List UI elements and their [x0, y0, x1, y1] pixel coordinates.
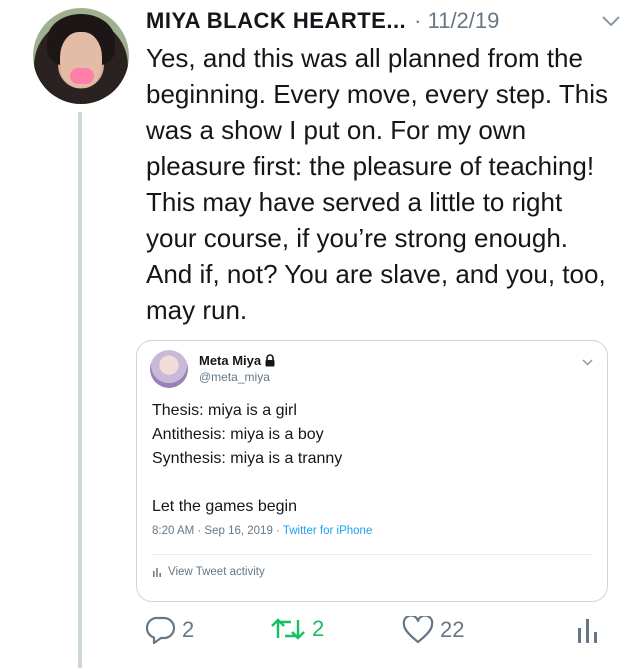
like-icon [402, 616, 434, 644]
retweet-icon [271, 618, 305, 640]
quoted-line: Thesis: miya is a girl [152, 402, 297, 419]
quoted-author-avatar[interactable] [150, 350, 188, 388]
quoted-author-name-text: Meta Miya [199, 353, 262, 368]
quoted-author-name[interactable]: Meta Miya [199, 353, 276, 368]
analytics-icon [578, 619, 597, 643]
view-tweet-activity-link[interactable]: View Tweet activity [152, 566, 265, 578]
tweet-date[interactable]: · 11/2/19 [414, 8, 499, 34]
quoted-timestamp: 8:20 AM · Sep 16, 2019 · [152, 525, 283, 537]
stats-icon [153, 568, 161, 577]
divider [152, 554, 592, 555]
quoted-tweet-meta: 8:20 AM · Sep 16, 2019 · Twitter for iPh… [152, 525, 372, 537]
quoted-tweet[interactable]: Meta Miya @meta_miya Thesis: miya is a g… [136, 340, 608, 602]
reply-icon [146, 616, 176, 644]
quoted-line: Synthesis: miya is a tranny [152, 450, 343, 467]
chevron-down-icon[interactable] [600, 10, 622, 32]
reply-count: 2 [182, 617, 195, 642]
retweet-count: 2 [312, 616, 325, 641]
like-button[interactable]: 22 [402, 616, 464, 644]
quoted-line: Let the games begin [152, 498, 297, 515]
lock-icon [264, 354, 276, 367]
like-count: 22 [440, 617, 465, 642]
tweet-text: Yes, and this was all planned from the b… [146, 43, 608, 325]
quoted-tweet-text: Thesis: miya is a girl Antithesis: miya … [152, 399, 592, 519]
quoted-line [152, 471, 592, 495]
quoted-source-link[interactable]: Twitter for iPhone [283, 525, 372, 537]
analytics-button[interactable] [576, 616, 606, 644]
author-avatar[interactable] [33, 8, 129, 104]
retweet-button[interactable]: 2 [270, 616, 324, 642]
tweet-header: MIYA BLACK HEARTE... · 11/2/19 [146, 6, 622, 36]
thread-line [78, 112, 82, 668]
avatar-pacifier [70, 68, 94, 84]
quoted-author-handle[interactable]: @meta_miya [199, 370, 270, 384]
view-tweet-activity-label: View Tweet activity [168, 566, 265, 578]
quoted-line: Antithesis: miya is a boy [152, 426, 324, 443]
reply-button[interactable]: 2 [146, 616, 194, 644]
quoted-chevron-down-icon[interactable] [582, 353, 593, 371]
author-name[interactable]: MIYA BLACK HEARTE... [146, 8, 406, 34]
tweet-actions: 2 2 22 [146, 616, 616, 650]
